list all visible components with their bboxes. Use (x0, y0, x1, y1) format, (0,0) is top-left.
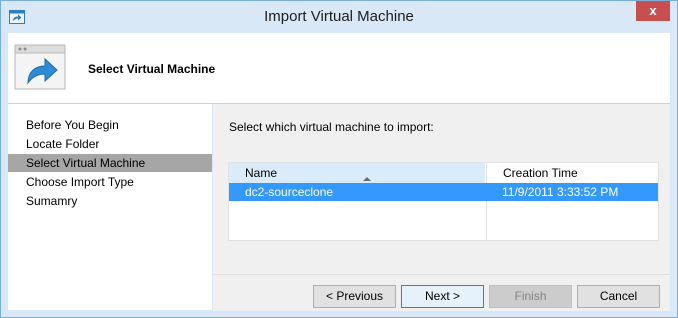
cell-creation-time: 11/9/2011 3:33:52 PM (502, 185, 619, 199)
import-arrow-icon (14, 44, 66, 90)
window-title: Import Virtual Machine (264, 8, 414, 25)
instruction-text: Select which virtual machine to import: (229, 120, 434, 134)
page-title: Select Virtual Machine (88, 62, 216, 76)
next-button[interactable]: Next > (401, 285, 484, 308)
step-locate-folder[interactable]: Locate Folder (8, 135, 212, 153)
button-bar: < Previous Next > Finish Cancel (213, 274, 670, 311)
title-bar[interactable]: Import Virtual Machine x (1, 1, 677, 33)
cancel-button[interactable]: Cancel (577, 285, 660, 308)
import-vm-window: Import Virtual Machine x Select Virtual … (0, 0, 678, 318)
main-panel: Select which virtual machine to import: … (213, 104, 670, 311)
column-header-creation-time[interactable]: Creation Time (486, 163, 658, 183)
column-header-name[interactable]: Name (229, 163, 485, 183)
step-before-you-begin[interactable]: Before You Begin (8, 116, 212, 134)
step-summary[interactable]: Sumamry (8, 192, 212, 210)
close-button[interactable]: x (636, 1, 670, 21)
previous-button[interactable]: < Previous (313, 285, 396, 308)
column-divider (486, 201, 487, 240)
wizard-steps: Before You Begin Locate Folder Select Vi… (8, 104, 212, 310)
step-select-virtual-machine[interactable]: Select Virtual Machine (8, 154, 212, 172)
table-row[interactable]: dc2-sourceclone 11/9/2011 3:33:52 PM (229, 183, 658, 201)
finish-button[interactable]: Finish (489, 285, 572, 308)
step-choose-import-type[interactable]: Choose Import Type (8, 173, 212, 191)
sort-ascending-icon (363, 177, 371, 181)
wizard-header: Select Virtual Machine (8, 33, 670, 104)
vm-list[interactable]: Name Creation Time dc2-sourceclone 11/9/… (228, 162, 659, 241)
cell-vm-name: dc2-sourceclone (245, 185, 334, 199)
table-header: Name Creation Time (229, 163, 658, 183)
